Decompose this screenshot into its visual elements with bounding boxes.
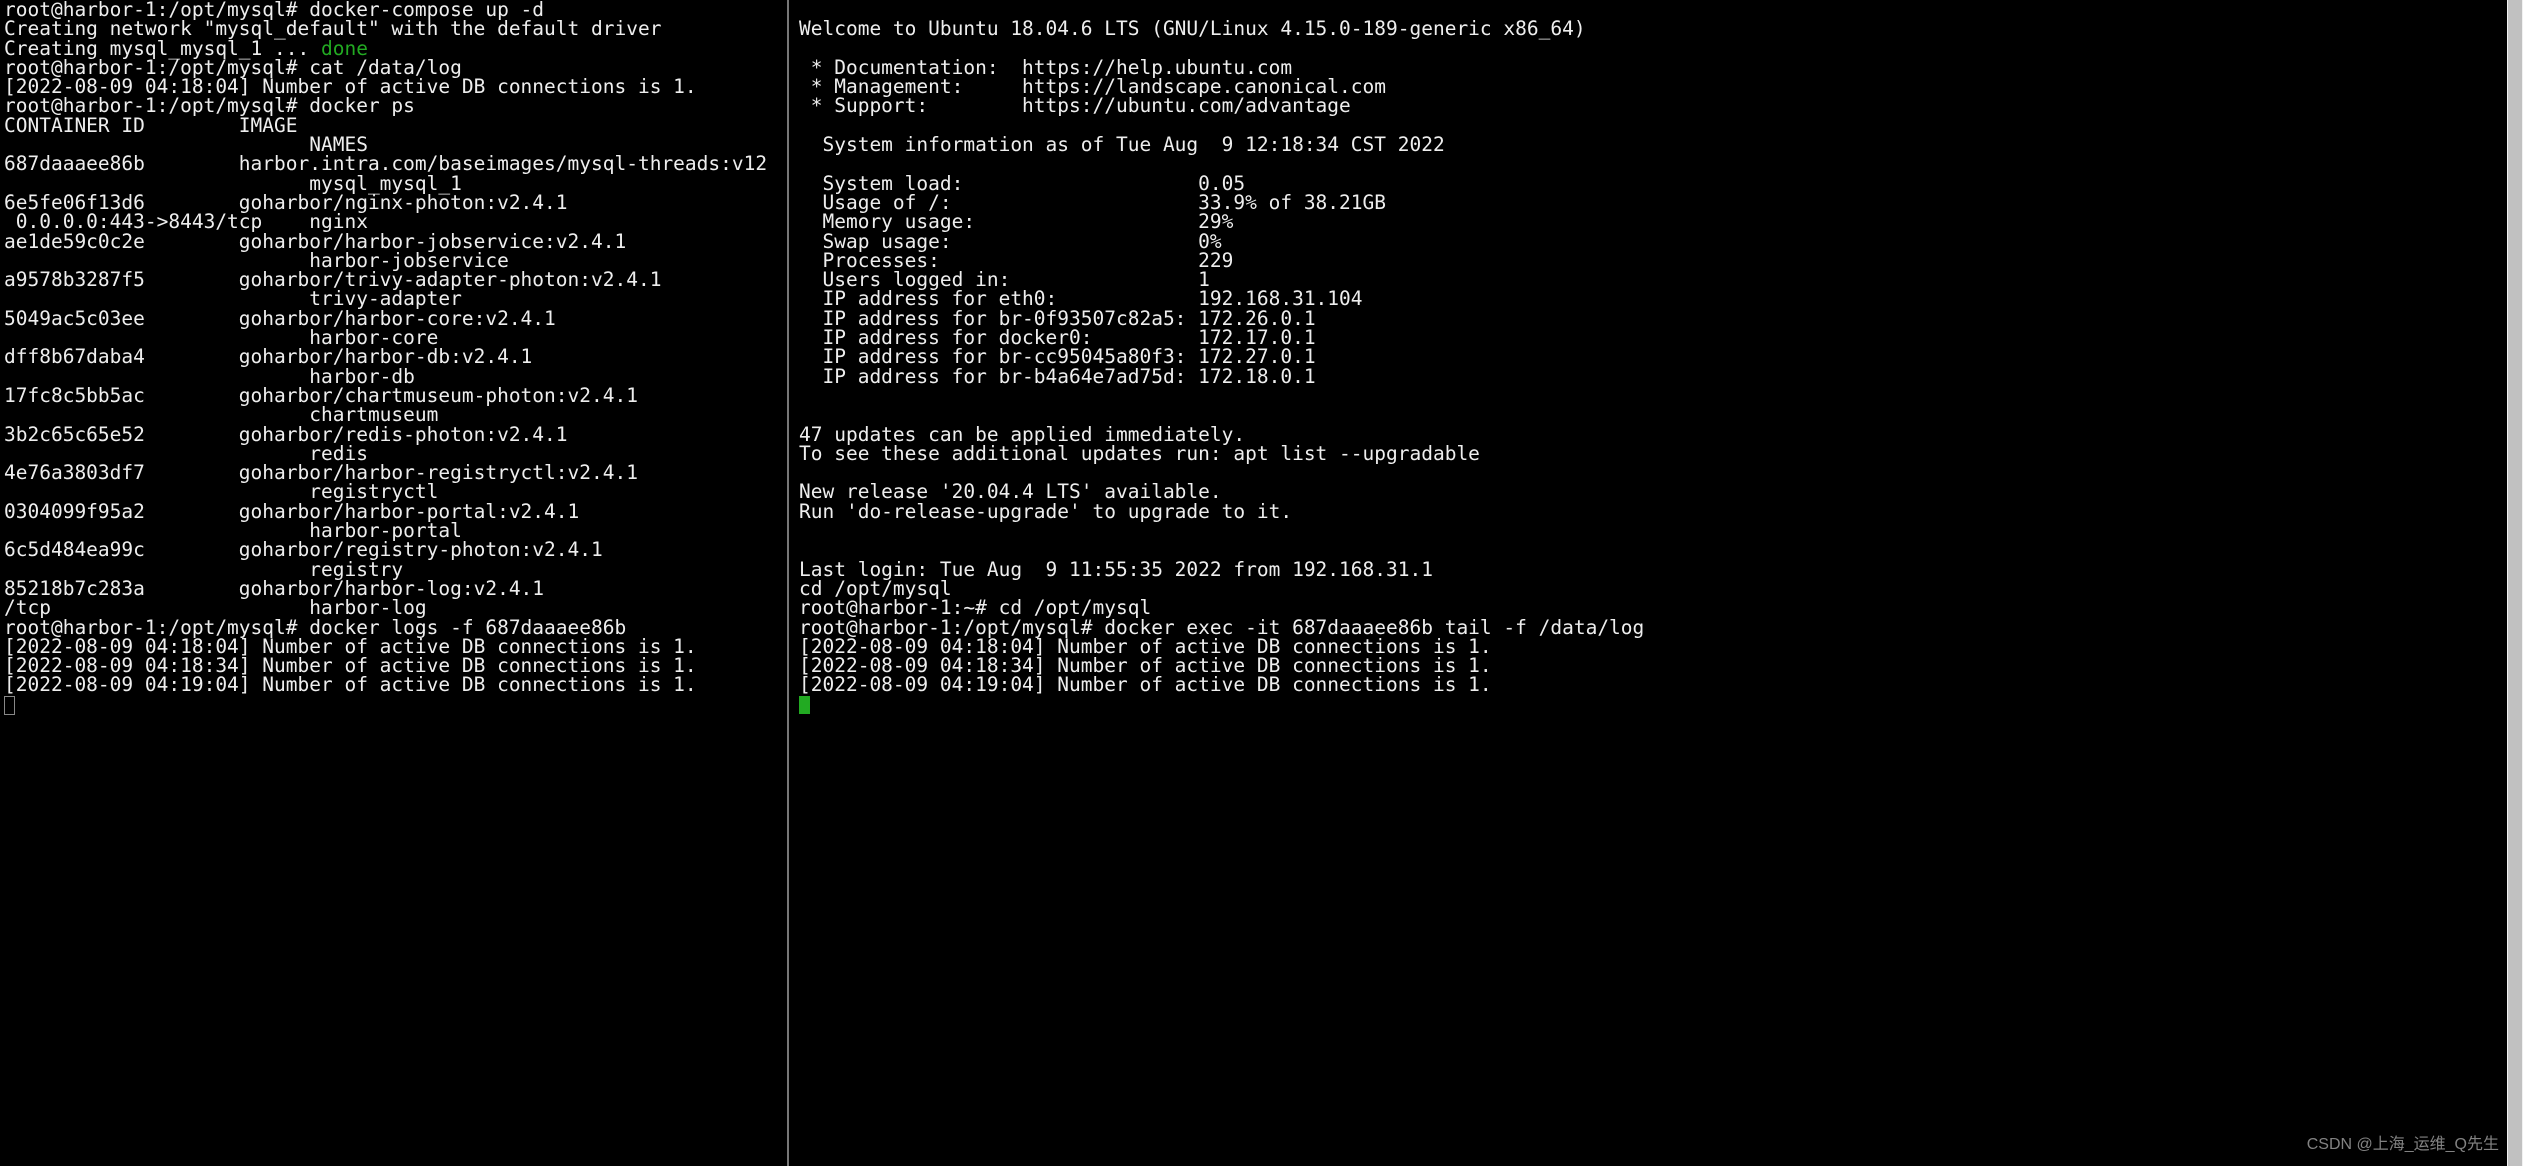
- sysinfo-line: IP address for br-b4a64e7ad75d: 172.18.0…: [799, 365, 1316, 388]
- sysinfo-header: System information as of Tue Aug 9 12:18…: [799, 133, 1445, 156]
- vertical-scrollbar[interactable]: [2507, 0, 2523, 1166]
- log-line: [2022-08-09 04:19:04] Number of active D…: [4, 673, 697, 696]
- watermark-text: CSDN @上海_运维_Q先生: [2307, 1135, 2499, 1154]
- motd-line: To see these additional updates run: apt…: [799, 442, 1480, 465]
- cursor-icon: [4, 696, 15, 715]
- scroll-thumb[interactable]: [2508, 0, 2522, 1166]
- motd-line: Run 'do-release-upgrade' to upgrade to i…: [799, 500, 1292, 523]
- log-line: [2022-08-09 04:19:04] Number of active D…: [799, 673, 1492, 696]
- terminal-right-pane[interactable]: Welcome to Ubuntu 18.04.6 LTS (GNU/Linux…: [789, 0, 2523, 1166]
- motd-line: * Support: https://ubuntu.com/advantage: [799, 94, 1351, 117]
- terminal-left-pane[interactable]: root@harbor-1:/opt/mysql# docker-compose…: [0, 0, 789, 1166]
- motd-line: Welcome to Ubuntu 18.04.6 LTS (GNU/Linux…: [799, 17, 1586, 40]
- cursor-icon: [799, 696, 810, 714]
- terminal-split-view: root@harbor-1:/opt/mysql# docker-compose…: [0, 0, 2523, 1166]
